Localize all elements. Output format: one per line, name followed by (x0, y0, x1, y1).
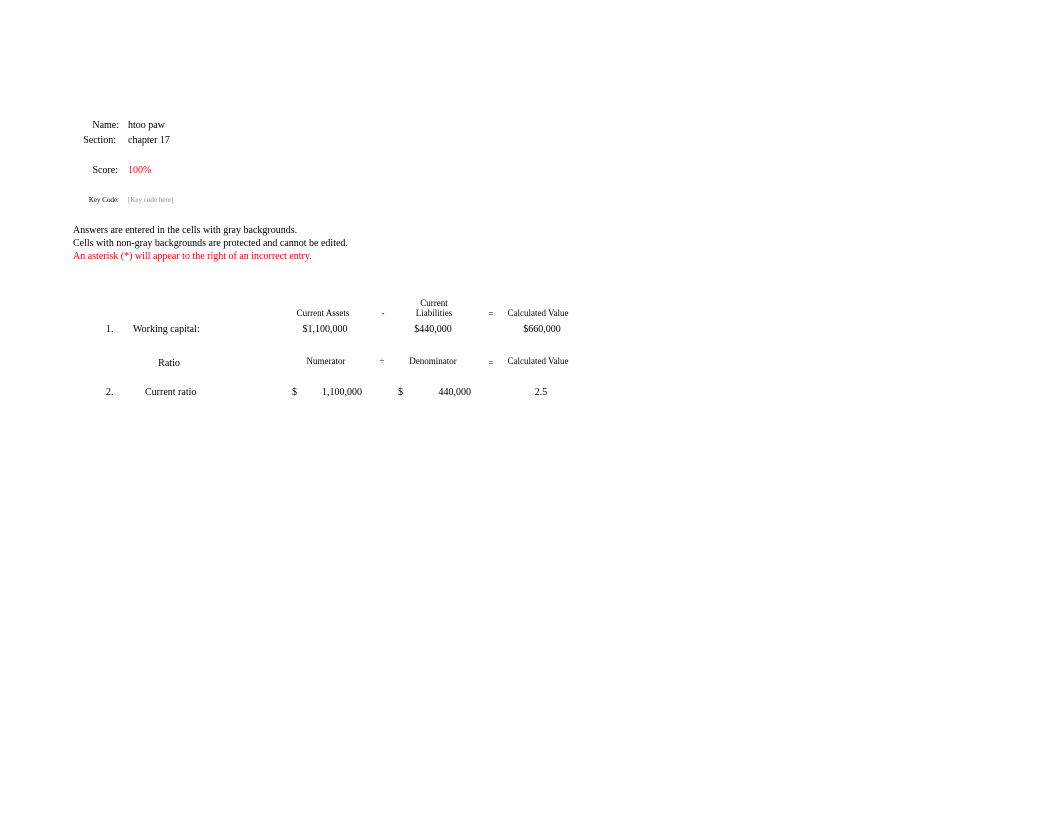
instruction-protected-cells: Cells with non-gray backgrounds are prot… (73, 238, 348, 249)
q2-number: 2. (106, 387, 114, 398)
q2-numerator-input[interactable]: 1,100,000 (300, 388, 362, 398)
keycode-label: Key Code: (88, 196, 119, 204)
keycode-field[interactable]: [Key code here] (128, 197, 173, 204)
q2-header-calculated-value: Calculated Value (507, 356, 569, 366)
q1-current-assets-input[interactable]: $1,100,000 (285, 325, 365, 335)
q2-header-denominator: Denominator (409, 356, 457, 366)
q2-divide-operator: ÷ (379, 356, 385, 366)
q1-current-liabilities-input[interactable]: $440,000 (393, 325, 473, 335)
q1-header-calculated-value: Calculated Value (507, 308, 569, 318)
q1-label: Working capital: (133, 324, 200, 335)
q1-header-current-assets: Current Assets (296, 308, 350, 318)
q1-header-current-liabilities-line2: Liabilities (415, 308, 453, 318)
q2-equals-operator: = (488, 358, 494, 368)
instruction-asterisk-warning: An asterisk (*) will appear to the right… (73, 251, 312, 262)
section-label: Section: (83, 135, 116, 146)
q2-header-ratio: Ratio (158, 358, 180, 369)
score-value: 100% (128, 165, 152, 176)
q1-equals-operator: = (488, 309, 494, 319)
q1-number: 1. (106, 324, 114, 335)
name-value[interactable]: htoo paw (128, 121, 165, 131)
q2-calculated-value-input[interactable]: 2.5 (511, 388, 571, 398)
q2-header-numerator: Numerator (306, 356, 346, 366)
q2-denominator-currency: $ (398, 387, 403, 398)
q1-minus-operator: - (381, 308, 385, 318)
name-label: Name: (92, 120, 119, 131)
q2-label: Current ratio (145, 387, 197, 398)
q2-denominator-input[interactable]: 440,000 (410, 388, 472, 398)
q2-numerator-currency: $ (292, 387, 297, 398)
instruction-gray-cells: Answers are entered in the cells with gr… (73, 225, 298, 236)
q1-calculated-value-input[interactable]: $660,000 (502, 325, 582, 335)
score-label: Score: (92, 165, 118, 176)
q1-header-current-liabilities-line1: Current (420, 298, 448, 308)
section-value[interactable]: chapter 17 (128, 136, 170, 146)
